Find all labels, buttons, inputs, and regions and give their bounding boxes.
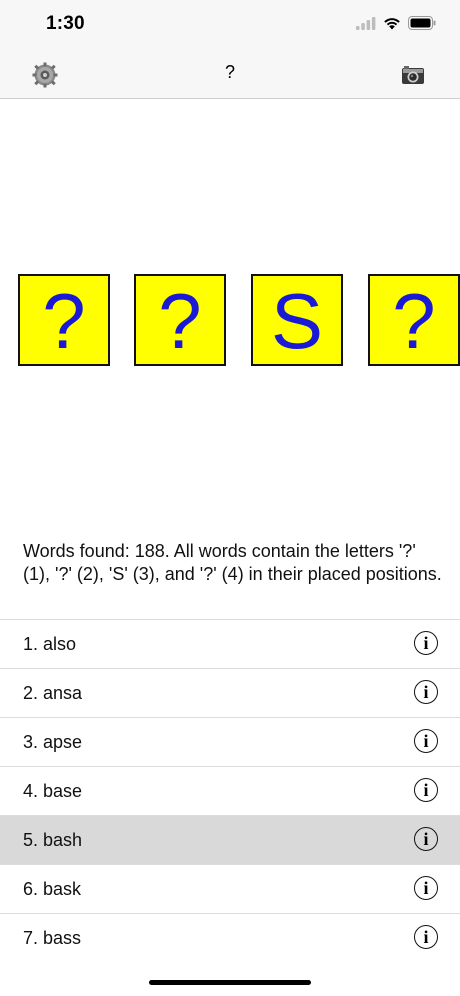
home-indicator[interactable] <box>149 980 311 985</box>
tile-letter: S <box>270 277 324 365</box>
signal-icon <box>356 16 376 30</box>
word-row[interactable]: 1. also i <box>0 619 460 668</box>
info-icon[interactable]: i <box>414 778 438 802</box>
word-label: 3. apse <box>23 731 83 752</box>
letter-tile-1[interactable]: ? <box>18 274 110 366</box>
info-icon[interactable]: i <box>414 827 438 851</box>
camera-button[interactable] <box>400 63 426 87</box>
tile-letter: ? <box>392 277 436 365</box>
letter-tile-3[interactable]: S <box>251 274 343 366</box>
word-label: 6. bask <box>23 878 82 899</box>
word-row[interactable]: 6. bask i <box>0 864 460 913</box>
status-icons <box>356 16 436 30</box>
word-label: 4. base <box>23 780 83 801</box>
info-icon[interactable]: i <box>414 729 438 753</box>
results-description: Words found: 188. All words contain the … <box>23 541 442 584</box>
battery-icon <box>408 16 436 30</box>
info-icon[interactable]: i <box>414 680 438 704</box>
word-label: 7. bass <box>23 927 82 948</box>
word-row[interactable]: 3. apse i <box>0 717 460 766</box>
word-list: 1. also i 2. ansa i 3. apse i 4. base i … <box>0 619 460 962</box>
info-icon[interactable]: i <box>414 631 438 655</box>
word-row[interactable]: 2. ansa i <box>0 668 460 717</box>
nav-title: ? <box>224 62 235 82</box>
status-bar: 1:30 <box>0 0 460 50</box>
letter-tile-4[interactable]: ? <box>368 274 460 366</box>
word-row[interactable]: 7. bass i <box>0 913 460 962</box>
tile-letter: ? <box>42 277 86 365</box>
word-label: 2. ansa <box>23 682 83 703</box>
tile-letter: ? <box>158 277 202 365</box>
letter-tile-2[interactable]: ? <box>134 274 226 366</box>
info-icon[interactable]: i <box>414 876 438 900</box>
info-icon[interactable]: i <box>414 925 438 949</box>
word-row[interactable]: 4. base i <box>0 766 460 815</box>
word-label: 1. also <box>23 633 77 654</box>
word-label: 5. bash <box>23 829 83 850</box>
status-time: 1:30 <box>46 13 85 34</box>
letter-tiles: ? ? S ? <box>0 274 460 366</box>
wifi-icon <box>384 17 400 29</box>
navigation-bar: ? <box>0 50 460 99</box>
camera-icon <box>402 66 424 84</box>
word-row-selected[interactable]: 5. bash i <box>0 815 460 864</box>
